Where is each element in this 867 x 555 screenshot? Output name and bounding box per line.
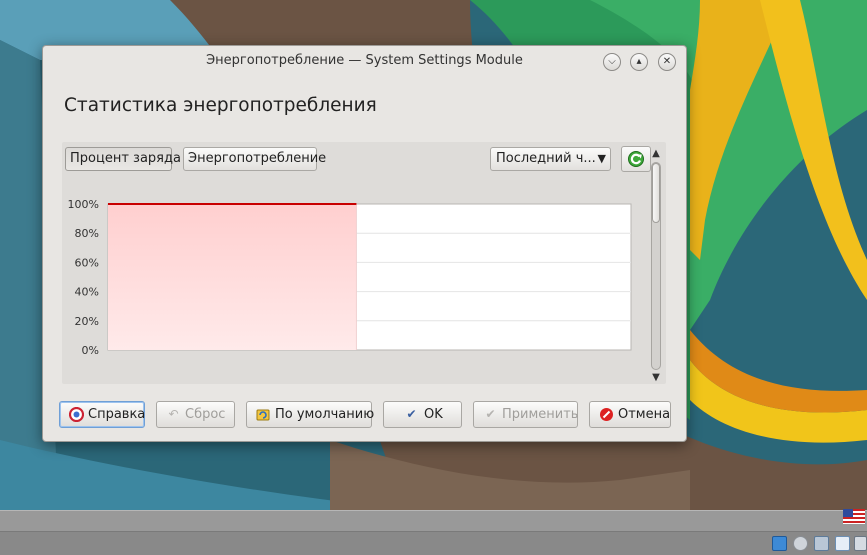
tab-power-consumption[interactable]: Энергопотребление bbox=[183, 147, 326, 171]
refresh-button[interactable] bbox=[621, 146, 651, 172]
close-button[interactable]: ✕ bbox=[658, 53, 676, 71]
help-button[interactable]: Справка bbox=[59, 401, 145, 428]
pen-icon[interactable] bbox=[835, 536, 850, 551]
period-select[interactable]: Последний ч... ▼ bbox=[490, 147, 611, 171]
minimize-button[interactable]: ⌵ bbox=[603, 53, 621, 71]
y-tick-label: 20% bbox=[75, 315, 99, 328]
restore-defaults-icon bbox=[256, 407, 271, 422]
page-title: Статистика энергопотребления bbox=[64, 95, 377, 116]
chevron-down-icon: ⌵ bbox=[608, 56, 616, 67]
cancel-button-label: Отмена bbox=[618, 407, 671, 422]
reset-button-label: Сброс bbox=[185, 407, 226, 422]
y-tick-label: 80% bbox=[75, 227, 99, 240]
ok-button-label: OK bbox=[424, 407, 443, 422]
refresh-icon bbox=[628, 151, 644, 167]
network-icon[interactable] bbox=[772, 536, 787, 551]
apply-button-label: Применить bbox=[502, 407, 579, 422]
chevron-down-icon: ▼ bbox=[597, 152, 606, 165]
undo-icon: ↶ bbox=[168, 407, 179, 421]
cancel-icon bbox=[599, 407, 614, 422]
ok-button[interactable]: ✔ OK bbox=[383, 401, 462, 428]
scroll-thumb[interactable] bbox=[652, 163, 660, 223]
usb-icon[interactable] bbox=[854, 536, 867, 551]
close-icon: ✕ bbox=[662, 56, 672, 67]
apply-button[interactable]: ✔ Применить bbox=[473, 401, 578, 428]
reset-button[interactable]: ↶ Сброс bbox=[156, 401, 235, 428]
y-tick-label: 0% bbox=[82, 344, 99, 356]
window-title: Энергопотребление — System Settings Modu… bbox=[206, 53, 523, 68]
battery-chart: 100% 80% 60% 40% 20% 0% bbox=[68, 198, 632, 356]
period-select-value: Последний ч... bbox=[496, 151, 596, 166]
help-icon bbox=[68, 406, 85, 423]
scroll-up-icon[interactable]: ▲ bbox=[650, 148, 662, 159]
series-area bbox=[108, 204, 357, 350]
maximize-button[interactable]: ▴ bbox=[630, 53, 648, 71]
display-icon[interactable] bbox=[814, 536, 829, 551]
y-tick-label: 60% bbox=[75, 256, 99, 269]
settings-dialog: Энергопотребление — System Settings Modu… bbox=[42, 45, 687, 442]
us-flag-icon[interactable] bbox=[843, 509, 865, 524]
scroll-down-icon[interactable]: ▼ bbox=[650, 372, 662, 383]
title-bar[interactable]: Энергопотребление — System Settings Modu… bbox=[43, 46, 686, 76]
taskbar-panel bbox=[0, 510, 867, 532]
defaults-button[interactable]: По умолчанию bbox=[246, 401, 375, 428]
tab-charge-percent[interactable]: Процент заряда bbox=[65, 147, 181, 171]
y-tick-label: 40% bbox=[75, 286, 99, 299]
help-button-label: Справка bbox=[88, 407, 146, 422]
y-tick-label: 100% bbox=[68, 198, 99, 211]
status-bar bbox=[0, 531, 867, 555]
checkmark-icon: ✔ bbox=[406, 407, 417, 421]
chevron-up-icon: ▴ bbox=[636, 56, 642, 67]
cancel-button[interactable]: Отмена bbox=[589, 401, 671, 428]
vertical-scrollbar[interactable]: ▲ ▼ bbox=[650, 148, 662, 383]
optical-drive-icon[interactable] bbox=[793, 536, 808, 551]
defaults-button-label: По умолчанию bbox=[275, 407, 375, 422]
checkmark-icon: ✔ bbox=[485, 407, 496, 421]
